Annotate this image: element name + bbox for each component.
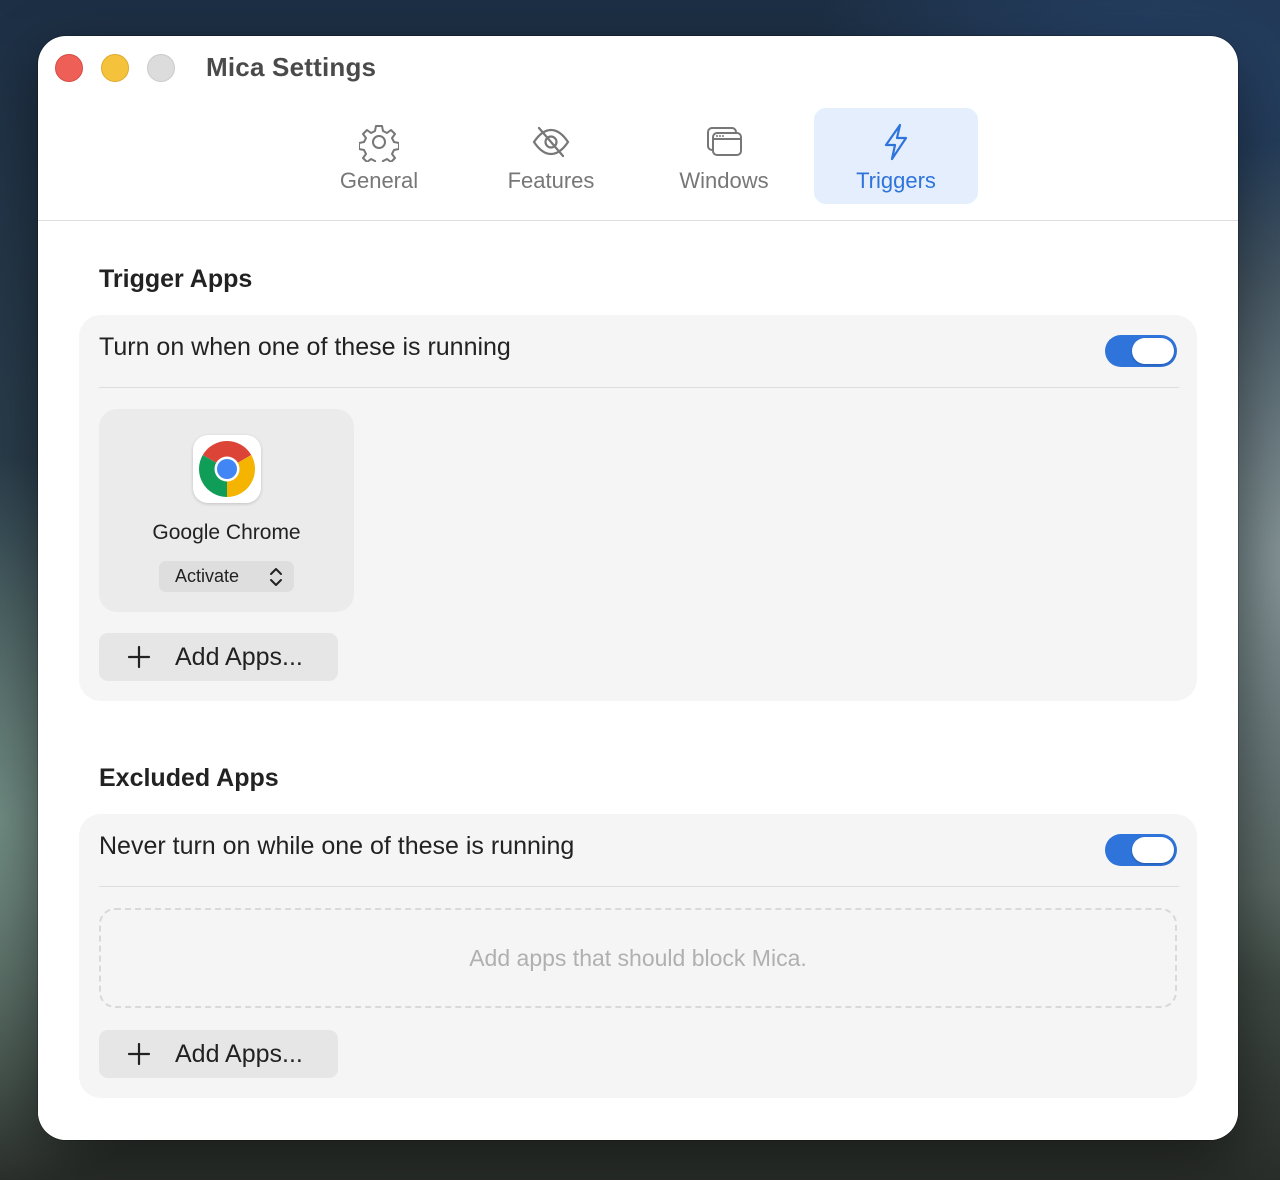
empty-state-text: Add apps that should block Mica. bbox=[469, 944, 807, 971]
card-divider bbox=[99, 387, 1179, 388]
excluded-apps-heading: Excluded Apps bbox=[99, 764, 279, 792]
plus-icon bbox=[127, 645, 151, 669]
tab-features-label: Features bbox=[507, 168, 595, 193]
chrome-icon bbox=[193, 435, 261, 503]
excluded-toggle-label: Never turn on while one of these is runn… bbox=[99, 832, 575, 860]
excluded-apps-drop-zone[interactable]: Add apps that should block Mica. bbox=[99, 908, 1177, 1008]
zoom-window-button[interactable] bbox=[147, 54, 175, 82]
toggle-knob bbox=[1132, 338, 1174, 364]
add-trigger-apps-button[interactable]: Add Apps... bbox=[99, 633, 338, 681]
windows-icon bbox=[707, 127, 742, 156]
app-name: Google Chrome bbox=[152, 521, 301, 544]
triggers-pane: Trigger Apps Turn on when one of these i… bbox=[38, 221, 1238, 1140]
settings-toolbar: General Features Windows Triggers bbox=[38, 108, 1238, 220]
trigger-apps-toggle[interactable] bbox=[1105, 335, 1177, 367]
minimize-window-button[interactable] bbox=[101, 54, 129, 82]
tab-triggers-label: Triggers bbox=[856, 168, 936, 193]
add-trigger-apps-label: Add Apps... bbox=[175, 643, 303, 671]
tab-triggers[interactable]: Triggers bbox=[814, 108, 978, 204]
excluded-apps-toggle[interactable] bbox=[1105, 834, 1177, 866]
app-tile-google-chrome: Google Chrome Activate bbox=[99, 409, 354, 612]
tab-windows[interactable]: Windows bbox=[642, 108, 806, 204]
tab-general-label: General bbox=[339, 168, 419, 193]
card-divider bbox=[99, 886, 1179, 887]
excluded-apps-card: Never turn on while one of these is runn… bbox=[79, 814, 1197, 1098]
tab-windows-label: Windows bbox=[679, 168, 769, 193]
bolt-icon bbox=[884, 123, 908, 161]
toggle-knob bbox=[1132, 837, 1174, 863]
gear-icon bbox=[359, 125, 399, 162]
settings-window: Mica Settings General Features Windows T… bbox=[38, 36, 1238, 1140]
window-title: Mica Settings bbox=[206, 52, 377, 82]
close-window-button[interactable] bbox=[55, 54, 83, 82]
trigger-toggle-label: Turn on when one of these is running bbox=[99, 333, 511, 361]
plus-icon bbox=[127, 1042, 151, 1066]
tab-features[interactable]: Features bbox=[469, 108, 633, 204]
add-excluded-apps-label: Add Apps... bbox=[175, 1040, 303, 1068]
title-bar: Mica Settings bbox=[38, 36, 1238, 106]
trigger-apps-card: Turn on when one of these is running Goo… bbox=[79, 315, 1197, 701]
tab-general[interactable]: General bbox=[297, 108, 461, 204]
app-action-value: Activate bbox=[175, 566, 240, 586]
chevron-up-down-icon bbox=[270, 568, 282, 586]
trigger-apps-heading: Trigger Apps bbox=[99, 265, 253, 293]
eye-slash-icon bbox=[532, 126, 570, 158]
add-excluded-apps-button[interactable]: Add Apps... bbox=[99, 1030, 338, 1078]
app-action-popup[interactable]: Activate bbox=[159, 561, 294, 592]
